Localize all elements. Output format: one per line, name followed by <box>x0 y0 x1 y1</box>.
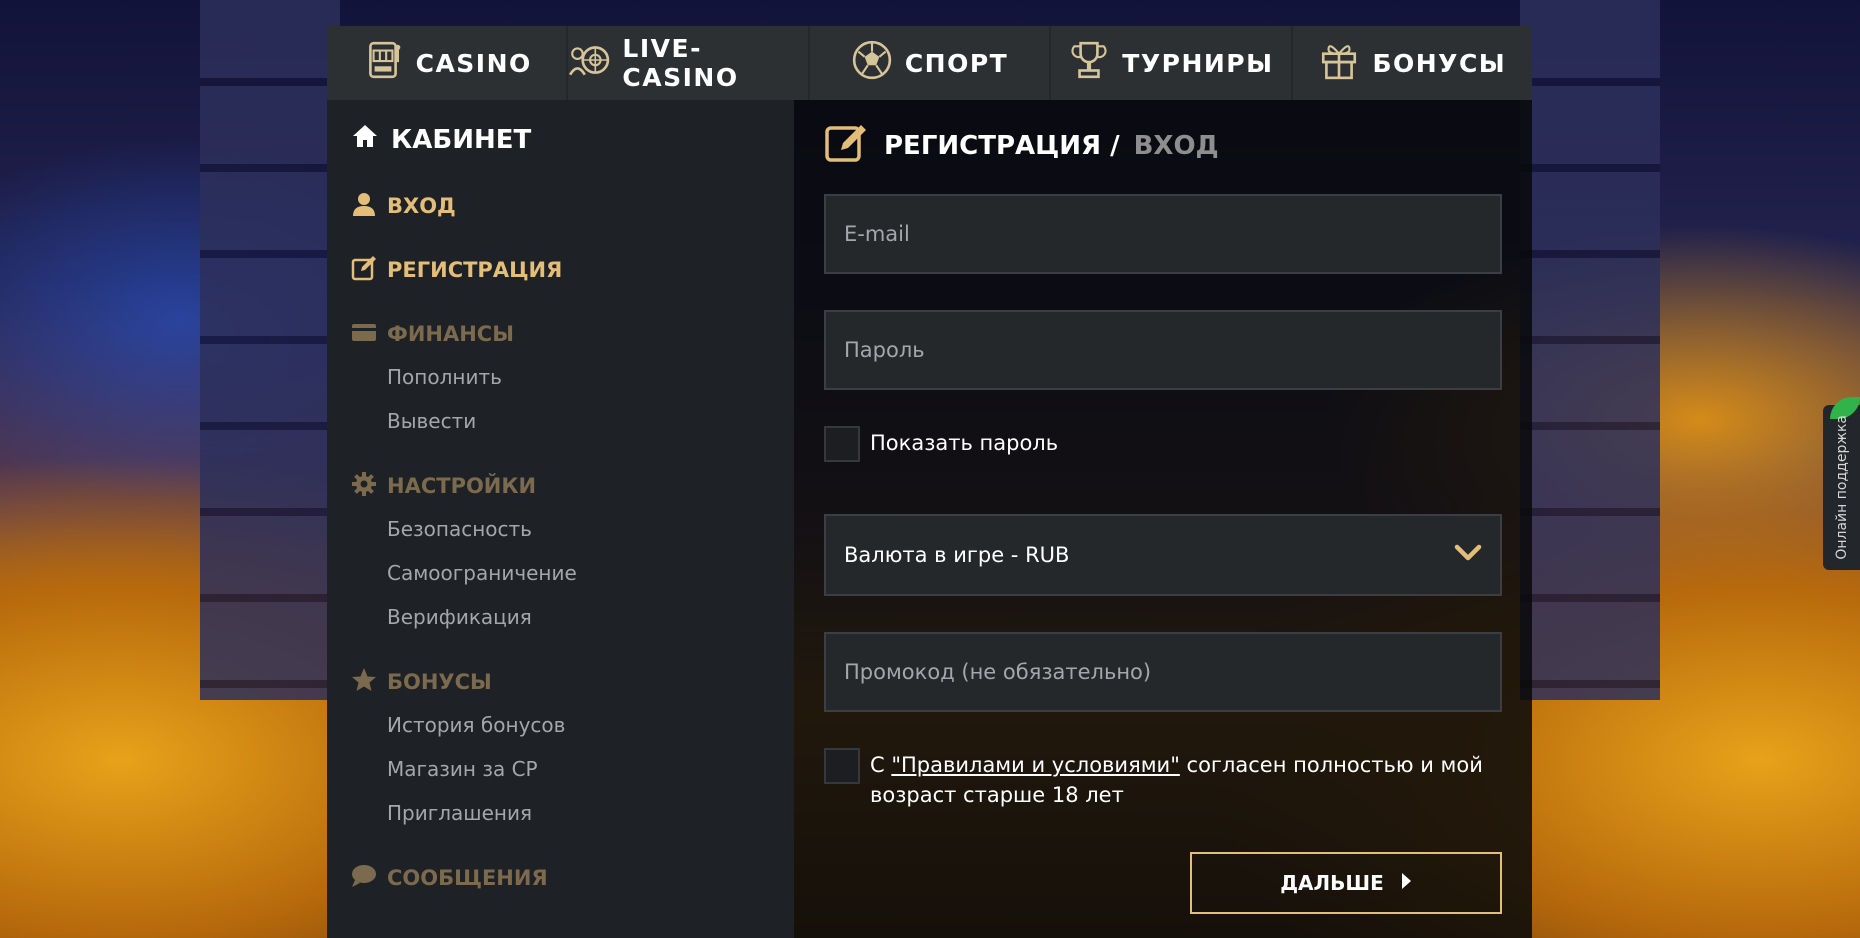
card-icon <box>351 319 377 350</box>
tab-label: LIVE-CASINO <box>622 34 739 92</box>
soccer-ball-icon <box>851 39 893 87</box>
caret-right-icon <box>1400 871 1412 895</box>
content-area: КАБИНЕТ ВХОД РЕГИСТРАЦИЯ ФИНАНСЫ Пополни… <box>327 100 1532 938</box>
sidebar-item-withdraw[interactable]: Вывести <box>387 405 794 437</box>
top-navigation: CASINO LIVE-CASINO СПОРТ ТУРНИРЫ БОНУСЫ <box>327 26 1532 100</box>
terms-checkbox[interactable] <box>824 748 860 784</box>
home-icon <box>351 122 379 157</box>
gift-icon <box>1318 39 1360 87</box>
currency-select[interactable]: Валюта в игре - RUB <box>824 514 1502 596</box>
sidebar-item-cp-shop[interactable]: Магазин за CP <box>387 753 794 785</box>
actions: ДАЛЬШЕ <box>824 852 1502 914</box>
tab-bonuses[interactable]: БОНУСЫ <box>1293 26 1532 100</box>
tab-live-casino[interactable]: LIVE-CASINO <box>568 26 810 100</box>
slot-machine-icon <box>362 39 404 87</box>
gear-icon <box>351 471 377 502</box>
star-icon <box>351 667 377 698</box>
sidebar-item-security[interactable]: Безопасность <box>387 513 794 545</box>
sidebar-item-bonus-history[interactable]: История бонусов <box>387 709 794 741</box>
registration-form: РЕГИСТРАЦИЯ / ВХОД Показать пароль Валют… <box>794 100 1532 938</box>
sidebar-section-label: ФИНАНСЫ <box>387 322 514 346</box>
show-password-toggle[interactable]: Показать пароль <box>824 426 1502 462</box>
terms-text: С "Правилами и условиями" согласен полно… <box>870 748 1502 810</box>
stone-pillar-left <box>200 0 340 700</box>
tab-casino[interactable]: CASINO <box>327 26 569 100</box>
sidebar-section-label: БОНУСЫ <box>387 670 492 694</box>
terms-agreement: С "Правилами и условиями" согласен полно… <box>824 748 1502 810</box>
terms-link[interactable]: "Правилами и условиями" <box>891 753 1180 777</box>
edit-icon <box>824 120 870 173</box>
sidebar-title-label: КАБИНЕТ <box>391 124 532 155</box>
terms-prefix: С <box>870 753 892 777</box>
app-panel: CASINO LIVE-CASINO СПОРТ ТУРНИРЫ БОНУСЫ <box>327 26 1532 938</box>
tab-sport[interactable]: СПОРТ <box>810 26 1052 100</box>
sidebar-item-invitations[interactable]: Приглашения <box>387 797 794 829</box>
stone-pillar-right <box>1520 0 1660 700</box>
currency-value: Валюта в игре - RUB <box>844 543 1070 567</box>
sidebar-item-deposit[interactable]: Пополнить <box>387 361 794 393</box>
online-support-tab[interactable]: Онлайн поддержка <box>1823 397 1860 570</box>
user-icon <box>351 191 377 222</box>
sidebar-section-finance[interactable]: ФИНАНСЫ <box>351 319 794 349</box>
form-title: РЕГИСТРАЦИЯ / ВХОД <box>824 120 1502 172</box>
tab-tournaments[interactable]: ТУРНИРЫ <box>1051 26 1293 100</box>
sidebar-item-registration[interactable]: РЕГИСТРАЦИЯ <box>351 255 794 285</box>
trophy-icon <box>1068 39 1110 87</box>
chevron-down-icon <box>1454 543 1482 568</box>
sidebar-section-bonuses[interactable]: БОНУСЫ <box>351 667 794 697</box>
sidebar-section-label: НАСТРОЙКИ <box>387 474 537 498</box>
promo-code-field[interactable] <box>824 632 1502 712</box>
password-field[interactable] <box>824 310 1502 390</box>
sidebar-item-verification[interactable]: Верификация <box>387 601 794 633</box>
sidebar-item-login[interactable]: ВХОД <box>351 191 794 221</box>
online-support-label: Онлайн поддержка <box>1833 415 1850 560</box>
sidebar-section-label: СООБЩЕНИЯ <box>387 866 548 890</box>
edit-icon <box>351 255 377 286</box>
tab-label: СПОРТ <box>904 48 1009 78</box>
form-title-registration: РЕГИСТРАЦИЯ / <box>884 131 1120 161</box>
next-button[interactable]: ДАЛЬШЕ <box>1190 852 1502 914</box>
roulette-icon <box>568 39 610 87</box>
show-password-label: Показать пароль <box>870 431 1059 455</box>
next-button-label: ДАЛЬШЕ <box>1280 871 1384 895</box>
tab-label: БОНУСЫ <box>1372 48 1507 78</box>
cabinet-sidebar: КАБИНЕТ ВХОД РЕГИСТРАЦИЯ ФИНАНСЫ Пополни… <box>327 100 794 938</box>
sidebar-item-self-limit[interactable]: Самоограничение <box>387 557 794 589</box>
chat-icon <box>351 863 377 894</box>
tab-label: CASINO <box>415 48 532 78</box>
sidebar-section-messages[interactable]: СООБЩЕНИЯ <box>351 863 794 893</box>
sidebar-item-label: ВХОД <box>387 194 456 218</box>
sidebar-title: КАБИНЕТ <box>351 122 794 157</box>
sidebar-item-label: РЕГИСТРАЦИЯ <box>387 258 563 282</box>
tab-label: ТУРНИРЫ <box>1122 48 1274 78</box>
show-password-checkbox[interactable] <box>824 426 860 462</box>
email-field[interactable] <box>824 194 1502 274</box>
sidebar-section-settings[interactable]: НАСТРОЙКИ <box>351 471 794 501</box>
form-title-login-link[interactable]: ВХОД <box>1134 131 1219 161</box>
